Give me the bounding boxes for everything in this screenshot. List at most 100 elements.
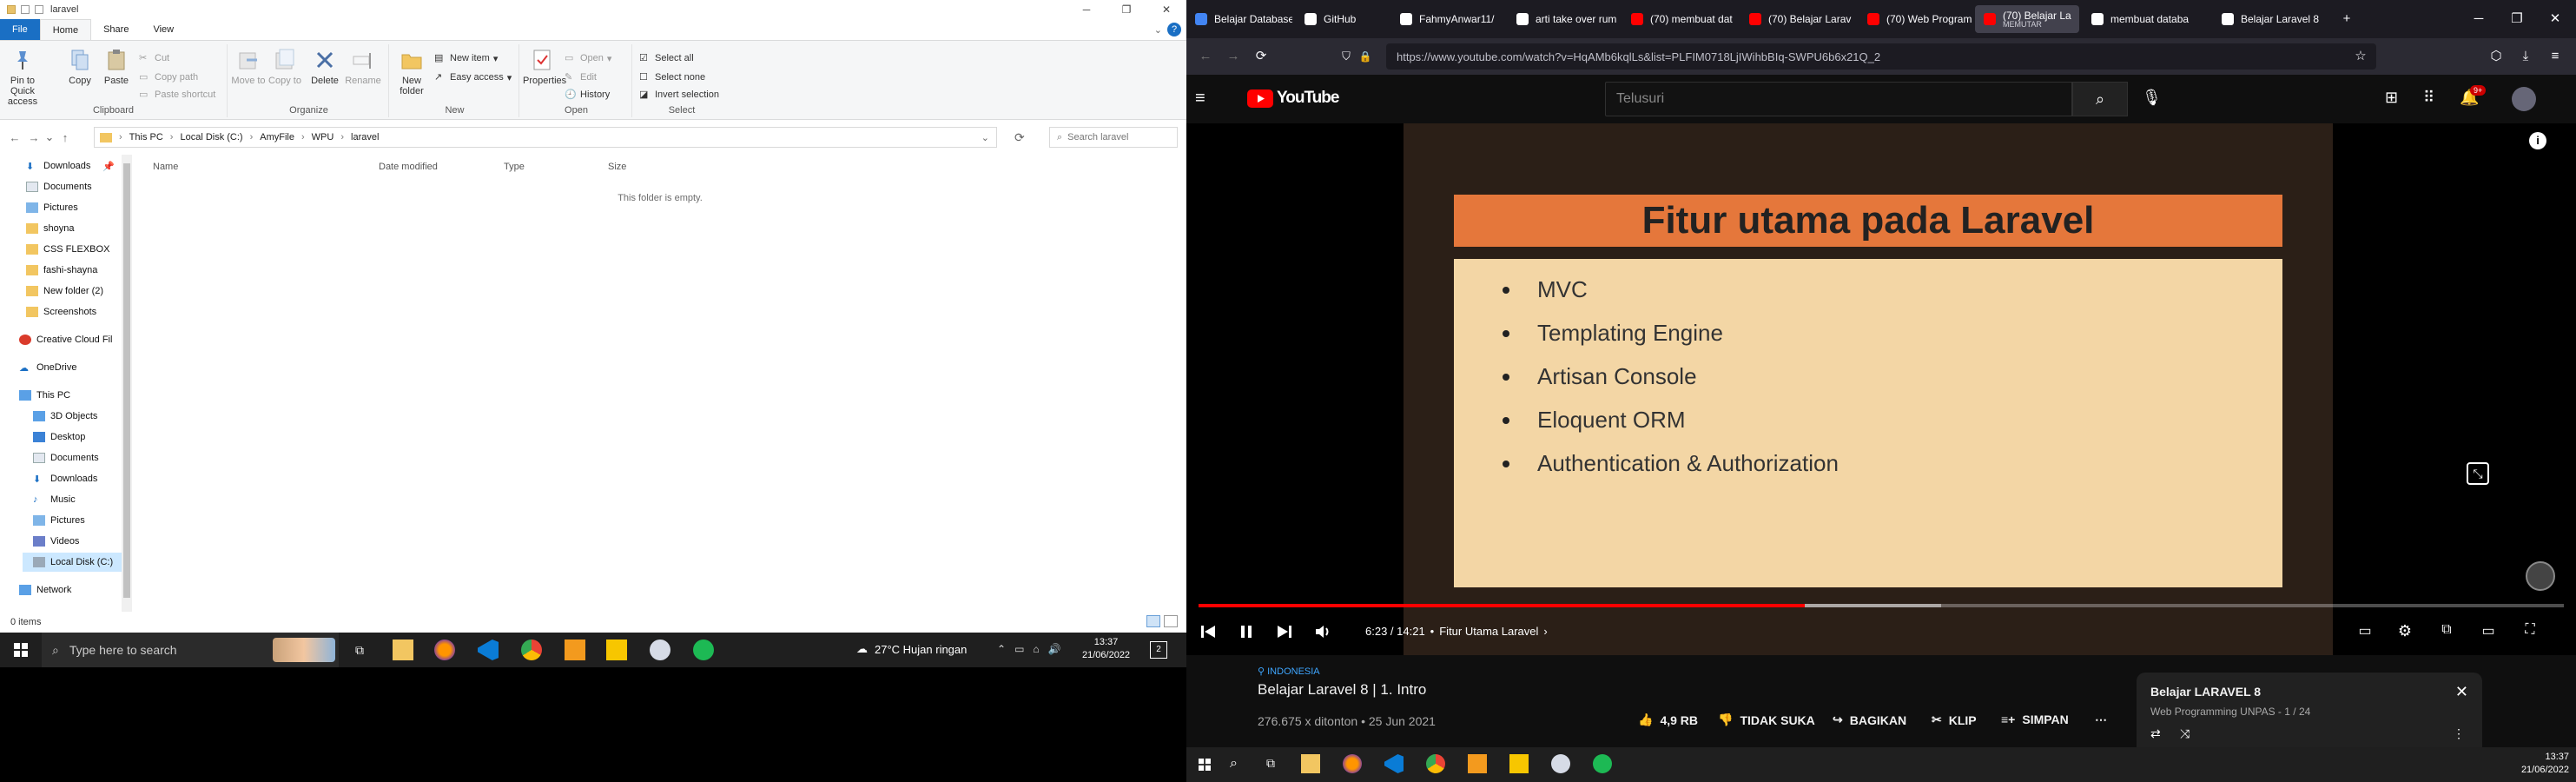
nav-item-pictures[interactable]: Pictures <box>26 198 78 217</box>
select-all-button[interactable]: ☑ Select all <box>639 50 694 67</box>
shuffle-icon[interactable]: ⤨ <box>2180 726 2190 741</box>
minimize-button[interactable]: ─ <box>1067 0 1106 19</box>
picture-in-picture-icon[interactable]: ⤡ <box>2467 462 2489 485</box>
avatar[interactable] <box>2512 87 2536 111</box>
more-vertical-icon[interactable]: ⋮ <box>2453 726 2465 741</box>
spotify-taskbar-icon[interactable] <box>1593 754 1612 773</box>
video-progress-bar[interactable] <box>1199 604 2564 607</box>
copy-path-button[interactable]: ▭ Copy path <box>139 69 198 86</box>
nav-item-videos[interactable]: Videos <box>33 532 79 551</box>
column-size[interactable]: Size <box>608 162 626 172</box>
back-arrow-icon[interactable]: ← <box>5 131 24 144</box>
delete-button[interactable]: Delete <box>306 46 344 86</box>
chevron-right-icon[interactable]: › <box>1543 625 1547 638</box>
new-tab-icon[interactable]: + <box>2338 10 2355 28</box>
recent-dropdown-icon[interactable]: ⌄ <box>43 130 56 144</box>
tab-view[interactable]: View <box>141 19 186 40</box>
easy-access-button[interactable]: ↗ Easy access ▾ <box>434 69 512 86</box>
properties-button[interactable]: Properties <box>523 46 566 86</box>
firefox-taskbar-icon[interactable] <box>1343 754 1362 773</box>
nav-item-pc-downloads[interactable]: ⬇ Downloads <box>33 469 97 488</box>
breadcrumb-local-disk[interactable]: Local Disk (C:) <box>180 132 242 142</box>
pocket-icon[interactable]: ⬡ <box>2487 48 2505 65</box>
reload-icon[interactable]: ⟳ <box>1252 48 1270 65</box>
share-button[interactable]: ↪ BAGIKAN <box>1833 712 1906 727</box>
info-icon[interactable]: i <box>2529 132 2546 149</box>
like-button[interactable]: 👍 4,9 RB <box>1638 712 1698 727</box>
browser-tab[interactable]: GitHub <box>1296 5 1388 33</box>
forward-arrow-icon[interactable]: → <box>24 131 43 144</box>
forward-arrow-icon[interactable]: → <box>1225 48 1242 65</box>
browser-tab[interactable]: arti take over rum <box>1508 5 1619 33</box>
column-name[interactable]: Name <box>153 162 178 172</box>
up-arrow-icon[interactable]: ↑ <box>56 131 75 144</box>
breadcrumb-this-pc[interactable]: This PC <box>129 132 163 142</box>
chrome-taskbar-icon[interactable] <box>521 640 542 660</box>
nav-item-new-folder-2[interactable]: New folder (2) <box>26 282 103 301</box>
column-date-modified[interactable]: Date modified <box>379 162 438 172</box>
sticky-notes-taskbar-icon[interactable] <box>1509 754 1529 773</box>
cut-button[interactable]: ✂ Cut <box>139 50 169 67</box>
maximize-button[interactable]: ❐ <box>1106 0 1146 19</box>
network-icon[interactable]: ⌂ <box>1033 643 1039 655</box>
microphone-icon[interactable]: 🎙 <box>2142 89 2162 107</box>
clock[interactable]: 13:37 21/06/2022 <box>1082 636 1130 662</box>
breadcrumb-laravel[interactable]: laravel <box>351 132 379 142</box>
settings-gear-icon[interactable]: ⚙ <box>2395 622 2414 641</box>
taskbar-search-box[interactable]: ⌕ Type here to search <box>42 633 339 667</box>
back-arrow-icon[interactable]: ← <box>1197 48 1214 65</box>
hamburger-menu-icon[interactable]: ≡ <box>1195 89 1205 109</box>
pin-quick-access-button[interactable]: Pin to Quick access <box>3 46 42 107</box>
open-button[interactable]: ▭ Open ▾ <box>565 50 611 67</box>
details-view-icon[interactable] <box>1146 615 1160 627</box>
close-tab-icon[interactable]: ✕ <box>2078 13 2079 25</box>
chevron-up-icon[interactable]: ⌃ <box>997 643 1006 655</box>
apps-grid-icon[interactable]: ⠿ <box>2423 89 2434 107</box>
new-item-button[interactable]: ▤ New item ▾ <box>434 50 498 67</box>
nav-item-3d-objects[interactable]: 3D Objects <box>33 407 97 426</box>
move-to-button[interactable]: Move to <box>229 46 268 86</box>
breadcrumb-amyfile[interactable]: AmyFile <box>260 132 294 142</box>
sublime-taskbar-icon[interactable] <box>565 640 585 660</box>
browser-tab[interactable]: FahmyAnwar11/ <box>1391 5 1504 33</box>
edit-button[interactable]: ✎ Edit <box>565 69 597 86</box>
youtube-search-input[interactable]: Telusuri <box>1605 82 2072 116</box>
nav-item-fashi-shayna[interactable]: fashi-shayna <box>26 261 97 280</box>
nav-item-shoyna[interactable]: shoyna <box>26 219 74 238</box>
nav-item-creative-cloud[interactable]: Creative Cloud Fil <box>19 330 112 349</box>
paste-shortcut-button[interactable]: ▭ Paste shortcut <box>139 86 215 103</box>
new-folder-button[interactable]: New folder <box>393 46 431 96</box>
nav-item-pc-pictures[interactable]: Pictures <box>33 511 85 530</box>
windows-start-icon[interactable] <box>14 643 28 657</box>
save-button[interactable]: ≡+ SIMPAN <box>2001 712 2069 726</box>
youtube-search-button[interactable]: ⌕ <box>2072 82 2128 116</box>
new-folder-icon[interactable] <box>35 5 43 14</box>
app-taskbar-icon[interactable] <box>1551 754 1570 773</box>
breadcrumb-wpu[interactable]: WPU <box>312 132 334 142</box>
search-icon[interactable]: ⌕ <box>1230 756 1238 772</box>
browser-tab[interactable]: (70) Belajar LaMEMUTAR ✕ <box>1975 5 2079 33</box>
chapter-title[interactable]: Fitur Utama Laravel <box>1439 625 1538 638</box>
chevron-down-icon[interactable]: ⌄ <box>981 132 989 143</box>
clip-button[interactable]: ✂ KLIP <box>1932 712 1977 727</box>
search-input[interactable]: ⌕ Search laravel <box>1049 127 1178 148</box>
youtube-logo[interactable]: YouTube <box>1247 89 1339 108</box>
file-explorer-taskbar-icon[interactable] <box>393 640 413 660</box>
channel-watermark-icon[interactable] <box>2526 561 2555 591</box>
pause-icon[interactable] <box>1237 622 1256 641</box>
nav-item-screenshots[interactable]: Screenshots <box>26 302 96 321</box>
volume-icon[interactable] <box>1313 622 1332 641</box>
video-player[interactable]: Fitur utama pada Laravel MVC Templating … <box>1186 123 2576 655</box>
address-bar[interactable]: › This PC › Local Disk (C:) › AmyFile › WPU… <box>94 127 997 148</box>
nav-item-pc-documents[interactable]: Documents <box>33 448 99 467</box>
close-icon[interactable]: ✕ <box>2455 683 2468 701</box>
column-type[interactable]: Type <box>504 162 525 172</box>
task-view-icon[interactable]: ⧉ <box>349 640 370 660</box>
ribbon-expand-icon[interactable]: ⌄ <box>1154 24 1162 36</box>
nav-item-css-flexbox[interactable]: CSS FLEXBOX <box>26 240 109 259</box>
nav-item-downloads[interactable]: ⬇ Downloads 📌 <box>26 156 115 176</box>
copy-to-button[interactable]: Copy to <box>266 46 304 86</box>
firefox-taskbar-icon[interactable] <box>434 640 455 660</box>
browser-tab[interactable]: (70) membuat dat <box>1622 5 1737 33</box>
nav-item-network[interactable]: Network <box>19 580 71 600</box>
